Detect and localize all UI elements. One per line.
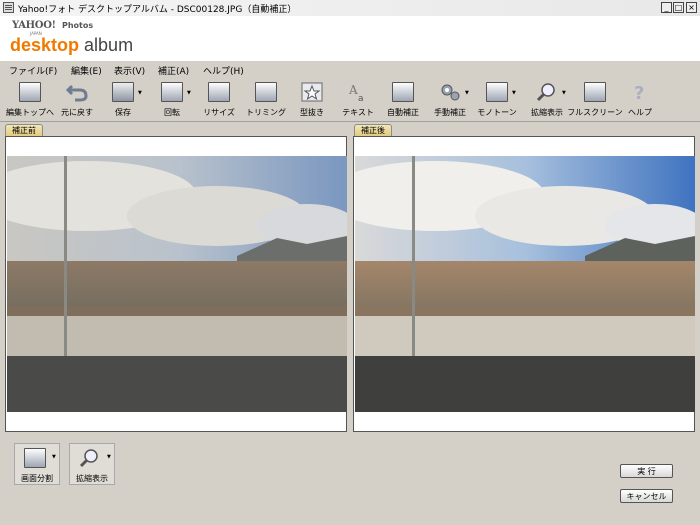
- after-photo: [355, 156, 695, 412]
- manual-correct-button[interactable]: ▼ 手動補正: [434, 80, 469, 120]
- undo-button[interactable]: 元に戻す: [61, 80, 93, 120]
- auto-correct-icon: [392, 82, 414, 102]
- trimming-button[interactable]: トリミング: [246, 80, 286, 120]
- zoom-dropdown-icon[interactable]: ▼: [562, 90, 566, 96]
- before-panel: [5, 136, 347, 432]
- resize-button[interactable]: リサイズ: [203, 80, 235, 120]
- bottom-zoom-button[interactable]: ▼ 拡縮表示: [69, 443, 115, 485]
- text-icon: Aa: [348, 83, 364, 102]
- trimming-icon: [255, 82, 277, 102]
- after-panel: [353, 136, 695, 432]
- toolbar: 編集トップへ 元に戻す ▼ 保存 ▼ 回転 リサイズ トリミング 型抜き Aa …: [0, 77, 700, 122]
- edit-top-icon: [19, 82, 41, 102]
- menu-correct[interactable]: 補正(A): [158, 64, 189, 77]
- close-button[interactable]: ×: [686, 2, 697, 13]
- menu-view[interactable]: 表示(V): [114, 64, 145, 77]
- fullscreen-button[interactable]: フルスクリーン: [567, 80, 623, 120]
- before-photo: [7, 156, 347, 412]
- monotone-icon: [486, 82, 508, 102]
- execute-button[interactable]: 実 行: [620, 464, 673, 478]
- undo-icon: [66, 84, 88, 102]
- fullscreen-icon: [584, 82, 606, 102]
- split-screen-button[interactable]: ▼ 画面分割: [14, 443, 60, 485]
- before-photo-image: [7, 156, 347, 412]
- rotate-icon: [161, 82, 183, 102]
- bottom-zoom-label: 拡縮表示: [76, 474, 108, 483]
- cutout-button[interactable]: 型抜き: [299, 80, 325, 120]
- help-button[interactable]: ? ヘルプ: [627, 80, 653, 120]
- split-screen-dropdown-icon[interactable]: ▼: [52, 454, 56, 460]
- menu-edit[interactable]: 編集(E): [71, 64, 102, 77]
- save-button[interactable]: ▼ 保存: [110, 80, 142, 120]
- text-button[interactable]: Aa テキスト: [342, 80, 374, 120]
- menu-file[interactable]: ファイル(F): [9, 64, 57, 77]
- resize-icon: [208, 82, 230, 102]
- help-label: ヘルプ: [628, 108, 652, 117]
- svg-text:A: A: [348, 83, 358, 97]
- menu-bar: ファイル(F) 編集(E) 表示(V) 補正(A) ヘルプ(H): [0, 60, 700, 77]
- zoom-icon: [536, 83, 555, 102]
- logo-album: album: [84, 35, 134, 55]
- logo-desktop: desktop: [10, 35, 80, 55]
- after-photo-image: [355, 156, 695, 412]
- split-screen-label: 画面分割: [21, 474, 53, 483]
- save-icon: [112, 82, 134, 102]
- minimize-button[interactable]: _: [661, 2, 672, 13]
- app-header: YAHOO! JAPAN Photos desktop album: [0, 16, 700, 60]
- manual-correct-dropdown-icon[interactable]: ▼: [465, 90, 469, 96]
- split-screen-icon: [24, 448, 46, 468]
- photos-label: Photos: [62, 21, 94, 30]
- bottom-zoom-dropdown-icon[interactable]: ▼: [107, 454, 111, 460]
- rotate-button[interactable]: ▼ 回転: [159, 80, 191, 120]
- cancel-button[interactable]: キャンセル: [620, 489, 673, 503]
- window-titlebar[interactable]: Yahoo!フォト デスクトップアルバム - DSC00128.JPG（自動補正…: [0, 0, 700, 17]
- monotone-button[interactable]: ▼ モノトーン: [477, 80, 517, 120]
- auto-correct-button[interactable]: 自動補正: [387, 80, 419, 120]
- maximize-button[interactable]: □: [673, 2, 684, 13]
- gear-icon: [441, 84, 460, 101]
- yahoo-logo: YAHOO!: [12, 20, 56, 31]
- star-cutout-icon: [301, 82, 323, 102]
- app-icon: [3, 2, 14, 13]
- back-to-top-button[interactable]: 編集トップへ: [6, 80, 54, 120]
- help-icon: ?: [634, 83, 644, 102]
- zoom-button[interactable]: ▼ 拡縮表示: [531, 80, 566, 120]
- monotone-dropdown-icon[interactable]: ▼: [512, 90, 516, 96]
- bottom-zoom-icon: [79, 449, 98, 468]
- rotate-dropdown-icon[interactable]: ▼: [187, 90, 191, 96]
- desktop-album-logo: desktop album: [10, 35, 133, 56]
- menu-help[interactable]: ヘルプ(H): [203, 64, 244, 77]
- svg-text:?: ?: [634, 83, 644, 102]
- save-dropdown-icon[interactable]: ▼: [138, 90, 142, 96]
- window-title: Yahoo!フォト デスクトップアルバム - DSC00128.JPG（自動補正…: [18, 5, 297, 15]
- svg-text:a: a: [358, 94, 364, 102]
